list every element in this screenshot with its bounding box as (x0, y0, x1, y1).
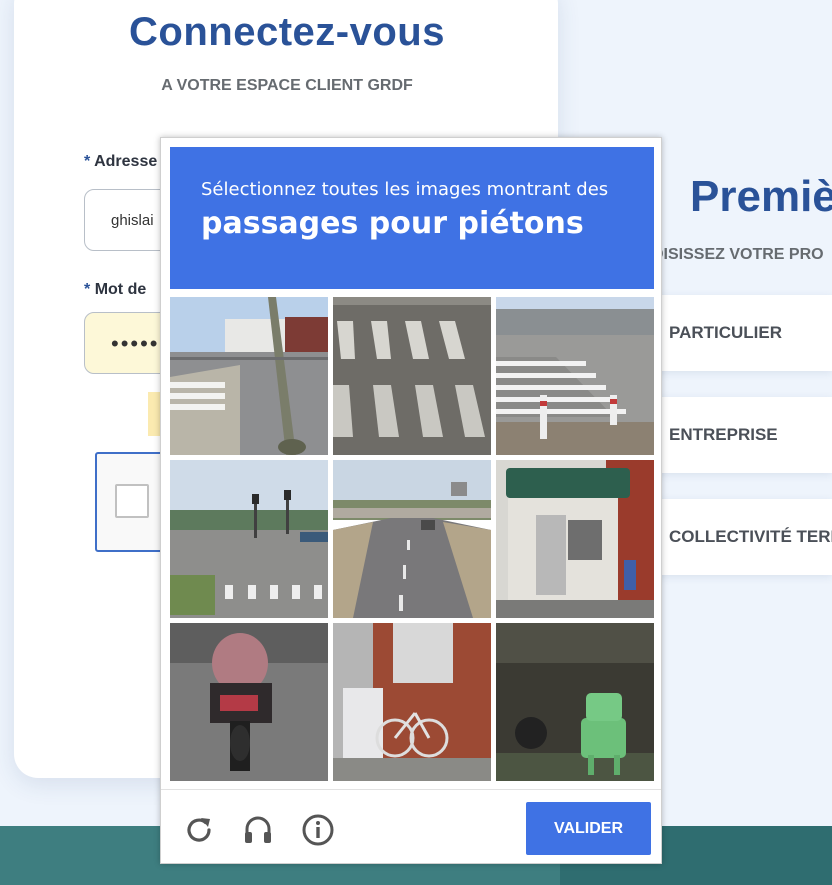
choice-entreprise[interactable]: ENTREPRISE (652, 397, 832, 473)
choice-particulier[interactable]: PARTICULIER (652, 295, 832, 371)
challenge-tile-4[interactable] (170, 460, 328, 618)
choice-label: ENTREPRISE (669, 425, 778, 444)
challenge-footer: VALIDER (161, 789, 661, 864)
info-icon[interactable] (302, 814, 334, 846)
challenge-tile-3[interactable] (496, 297, 654, 455)
challenge-header: Sélectionnez toutes les images montrant … (170, 147, 654, 289)
audio-icon[interactable] (242, 814, 274, 846)
captcha-challenge-dialog: Sélectionnez toutes les images montrant … (160, 137, 662, 864)
required-mark: * (84, 153, 91, 170)
right-title: Premiè (690, 172, 832, 221)
recaptcha-checkbox[interactable] (115, 484, 149, 518)
challenge-target: passages pour piétons (201, 206, 584, 241)
password-label-text: Mot de (94, 281, 147, 298)
verify-button[interactable]: VALIDER (526, 802, 651, 855)
email-label: * Adresse (84, 153, 157, 171)
challenge-tile-6[interactable] (496, 460, 654, 618)
challenge-instruction: Sélectionnez toutes les images montrant … (201, 179, 609, 200)
login-subtitle: A VOTRE ESPACE CLIENT GRDF (161, 77, 413, 94)
required-mark: * (84, 281, 91, 298)
challenge-tile-2[interactable] (333, 297, 491, 455)
right-subtitle: DISISSEZ VOTRE PRO (652, 246, 824, 263)
login-title: Connectez-vous (129, 10, 445, 54)
challenge-tile-5[interactable] (333, 460, 491, 618)
challenge-tile-8[interactable] (333, 623, 491, 781)
password-label: * Mot de (84, 281, 146, 299)
challenge-tile-9[interactable] (496, 623, 654, 781)
choice-collectivite[interactable]: COLLECTIVITÉ TERI (652, 499, 832, 575)
reload-icon[interactable] (183, 814, 215, 846)
choice-label: COLLECTIVITÉ TERI (669, 527, 832, 546)
email-label-text: Adresse (94, 153, 158, 170)
choice-label: PARTICULIER (669, 323, 783, 342)
challenge-tile-7[interactable] (170, 623, 328, 781)
challenge-tile-grid (170, 297, 654, 781)
challenge-tile-1[interactable] (170, 297, 328, 455)
